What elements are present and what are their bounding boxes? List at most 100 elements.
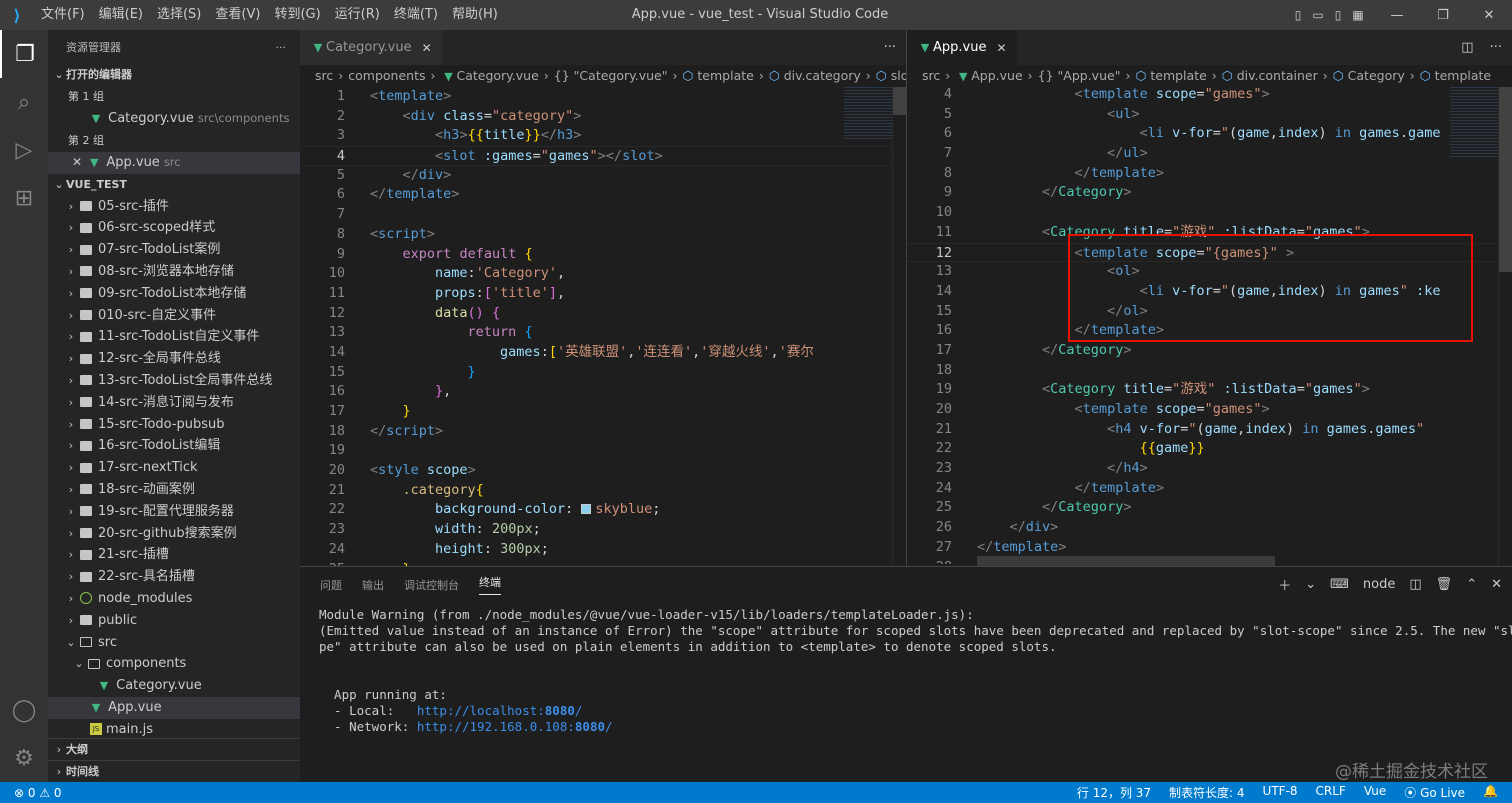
menu-file[interactable]: 文件(F): [34, 0, 92, 30]
breadcrumb-item[interactable]: {} "App.vue": [1038, 68, 1121, 83]
folder-item[interactable]: › 17-src-nextTick: [48, 457, 300, 479]
folder-item[interactable]: › 18-src-动画案例: [48, 479, 300, 501]
menu-go[interactable]: 转到(G): [267, 0, 327, 30]
folder-item[interactable]: › 14-src-消息订阅与发布: [48, 392, 300, 414]
explorer-more-icon[interactable]: ···: [276, 41, 287, 54]
code-editor[interactable]: 1 <template> 2 <div class="category"> 3 <…: [300, 87, 906, 566]
toggle-secondary-sidebar-icon[interactable]: ▯: [1328, 0, 1348, 30]
open-editor-app[interactable]: ✕ ▼ App.vue src: [48, 151, 300, 174]
folder-item[interactable]: › 15-src-Todo-pubsub: [48, 414, 300, 436]
folder-item[interactable]: › 19-src-配置代理服务器: [48, 501, 300, 523]
encoding[interactable]: UTF-8: [1263, 784, 1298, 801]
close-tab-icon[interactable]: ✕: [996, 41, 1006, 55]
file-category-vue[interactable]: ▼ Category.vue: [48, 675, 300, 697]
breadcrumb-item[interactable]: Category.vue: [456, 68, 538, 83]
folder-item[interactable]: › 20-src-github搜索案例: [48, 523, 300, 545]
breadcrumb-item[interactable]: Category: [1348, 68, 1405, 83]
menu-view[interactable]: 查看(V): [208, 0, 267, 30]
chevron-down-icon[interactable]: ⌄: [1305, 577, 1316, 592]
manage-gear-icon[interactable]: ⚙: [0, 734, 48, 782]
account-icon[interactable]: ◯: [0, 686, 48, 734]
close-editor-icon[interactable]: ✕: [72, 155, 82, 169]
more-actions-icon[interactable]: ···: [884, 40, 896, 55]
explorer-icon[interactable]: ❐: [0, 30, 48, 78]
folder-public[interactable]: › public: [48, 610, 300, 632]
folder-item[interactable]: › 06-src-scoped样式: [48, 217, 300, 239]
breadcrumb-item[interactable]: slot: [891, 68, 906, 83]
split-terminal-icon[interactable]: ◫: [1409, 577, 1421, 592]
color-swatch[interactable]: [581, 504, 592, 515]
toggle-panel-icon[interactable]: ▭: [1308, 0, 1328, 30]
minimap[interactable]: [844, 87, 892, 139]
folder-item[interactable]: › 16-src-TodoList编辑: [48, 435, 300, 457]
tab-debug-console[interactable]: 调试控制台: [404, 577, 459, 593]
close-panel-icon[interactable]: ✕: [1491, 577, 1502, 592]
scrollbar-thumb[interactable]: [1499, 87, 1512, 272]
horizontal-scrollbar[interactable]: [977, 556, 1275, 566]
tab-category-vue[interactable]: ▼ Category.vue ✕: [300, 30, 442, 65]
folder-item[interactable]: › 22-src-具名插槽: [48, 566, 300, 588]
tab-terminal[interactable]: 终端: [479, 574, 501, 595]
breadcrumb-item[interactable]: div.category: [784, 68, 861, 83]
breadcrumb-item[interactable]: components: [348, 68, 425, 83]
local-url-link[interactable]: http://localhost:8080/: [417, 703, 583, 718]
open-editor-category[interactable]: ▼ Category.vue src\components: [48, 108, 300, 130]
vertical-scrollbar[interactable]: [1498, 87, 1512, 566]
breadcrumb-item[interactable]: template: [1435, 68, 1491, 83]
extensions-icon[interactable]: ⊞: [0, 174, 48, 222]
breadcrumb-item[interactable]: template: [697, 68, 753, 83]
folder-item[interactable]: › 07-src-TodoList案例: [48, 239, 300, 261]
terminal-output[interactable]: Module Warning (from ./node_modules/@vue…: [319, 607, 1512, 735]
file-app-vue[interactable]: ▼ App.vue: [48, 696, 300, 719]
trash-icon[interactable]: 🗑: [1436, 577, 1453, 592]
language-mode[interactable]: Vue: [1364, 784, 1386, 801]
tab-app-vue[interactable]: ▼ App.vue ✕: [907, 30, 1017, 65]
cursor-position[interactable]: 行 12，列 37: [1077, 784, 1151, 801]
go-live-button[interactable]: ⦿ Go Live: [1404, 784, 1465, 801]
minimap[interactable]: [1450, 87, 1498, 157]
problems-status[interactable]: ⊗ 0 ⚠ 0: [0, 786, 62, 800]
toggle-sidebar-icon[interactable]: ▯: [1288, 0, 1308, 30]
close-window-icon[interactable]: ✕: [1466, 0, 1512, 30]
folder-components[interactable]: ⌄ components: [48, 653, 300, 675]
folder-item[interactable]: › 010-src-自定义事件: [48, 305, 300, 327]
timeline-section[interactable]: › 时间线: [48, 760, 300, 782]
menu-help[interactable]: 帮助(H): [445, 0, 505, 30]
menu-terminal[interactable]: 终端(T): [387, 0, 445, 30]
split-editor-icon[interactable]: ◫: [1461, 40, 1473, 55]
open-editors-section[interactable]: ⌄ 打开的编辑器: [48, 64, 300, 86]
search-icon[interactable]: ⌕: [0, 78, 48, 126]
project-section[interactable]: ⌄ VUE_TEST: [48, 174, 300, 196]
folder-item[interactable]: › 13-src-TodoList全局事件总线: [48, 370, 300, 392]
folder-src[interactable]: ⌄ src: [48, 632, 300, 654]
vertical-scrollbar[interactable]: [892, 87, 907, 566]
outline-section[interactable]: › 大纲: [48, 738, 300, 760]
breadcrumb-item[interactable]: src: [315, 68, 333, 83]
restore-icon[interactable]: ❐: [1420, 0, 1466, 30]
folder-item[interactable]: › 12-src-全局事件总线: [48, 348, 300, 370]
network-url-link[interactable]: http://192.168.0.108:8080/: [417, 719, 613, 734]
terminal-shell-label[interactable]: node: [1363, 577, 1395, 592]
breadcrumb-item[interactable]: {} "Category.vue": [554, 68, 668, 83]
breadcrumb-item[interactable]: src: [922, 68, 940, 83]
notifications-bell-icon[interactable]: 🔔: [1483, 784, 1498, 801]
tab-output[interactable]: 输出: [362, 577, 384, 593]
breadcrumb-item[interactable]: div.container: [1237, 68, 1318, 83]
folder-item[interactable]: › 11-src-TodoList自定义事件: [48, 326, 300, 348]
minimize-icon[interactable]: —: [1374, 0, 1420, 30]
close-tab-icon[interactable]: ✕: [422, 41, 432, 55]
folder-item[interactable]: › 09-src-TodoList本地存储: [48, 283, 300, 305]
folder-node-modules[interactable]: › node_modules: [48, 588, 300, 610]
folder-item[interactable]: › 21-src-插槽: [48, 544, 300, 566]
menu-edit[interactable]: 编辑(E): [92, 0, 150, 30]
menu-run[interactable]: 运行(R): [328, 0, 387, 30]
tab-problems[interactable]: 问题: [320, 577, 342, 593]
new-terminal-icon[interactable]: ＋: [1278, 575, 1291, 594]
run-debug-icon[interactable]: ▷: [0, 126, 48, 174]
menu-selection[interactable]: 选择(S): [150, 0, 208, 30]
end-of-line[interactable]: CRLF: [1316, 784, 1346, 801]
more-actions-icon[interactable]: ···: [1490, 40, 1502, 55]
folder-item[interactable]: › 08-src-浏览器本地存储: [48, 261, 300, 283]
customize-layout-icon[interactable]: ▦: [1348, 0, 1368, 30]
breadcrumb-item[interactable]: template: [1150, 68, 1206, 83]
